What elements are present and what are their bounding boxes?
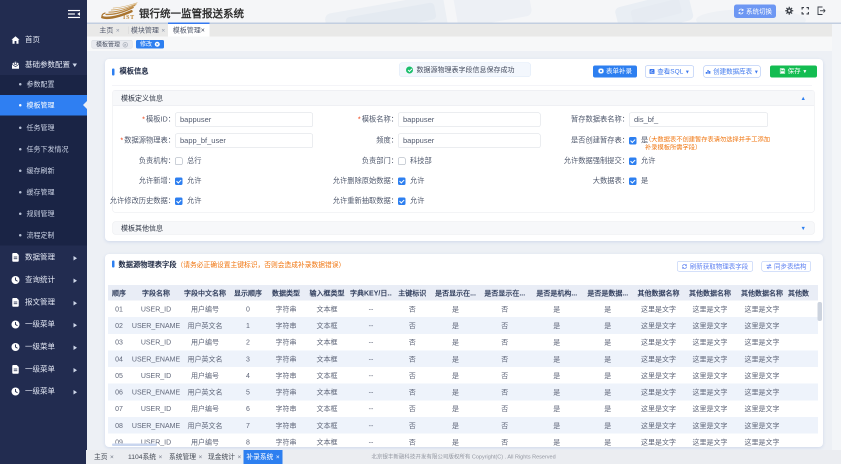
svg-text:IST: IST — [123, 15, 135, 21]
